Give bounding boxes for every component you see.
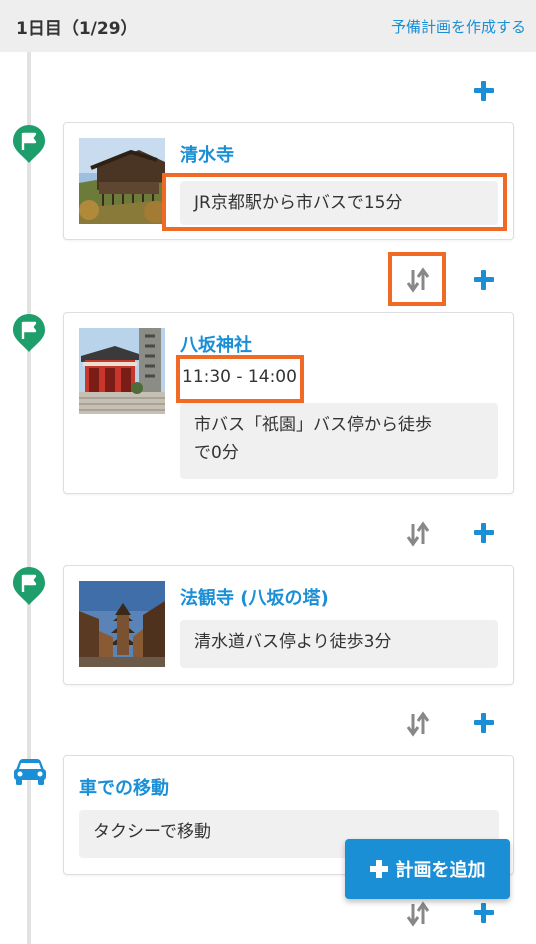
spot-note-line: 市バス「祇園」バス停から徒歩 bbox=[194, 415, 432, 435]
add-spot-plus-icon[interactable] bbox=[473, 269, 495, 291]
timeline-line bbox=[27, 52, 31, 944]
yasaka-photo bbox=[79, 328, 165, 414]
spot-name[interactable]: 清水寺 bbox=[180, 141, 234, 167]
plus-icon bbox=[369, 860, 388, 878]
add-spot-plus-icon[interactable] bbox=[473, 522, 495, 544]
spot-name[interactable]: 法観寺 (八坂の塔) bbox=[180, 584, 329, 610]
add-spot-plus-icon[interactable] bbox=[473, 712, 495, 734]
highlight-box bbox=[176, 355, 304, 403]
flag-pin-icon bbox=[13, 567, 45, 605]
spot-card-hokanji[interactable]: 法観寺 (八坂の塔) 清水道バス停より徒歩3分 bbox=[63, 565, 514, 685]
create-backup-plan-link[interactable]: 予備計画を作成する bbox=[391, 16, 526, 37]
flag-pin-icon bbox=[13, 125, 45, 163]
add-plan-button[interactable]: 計画を追加 bbox=[345, 839, 510, 899]
swap-order-icon[interactable] bbox=[404, 900, 432, 928]
transport-title[interactable]: 車での移動 bbox=[79, 774, 169, 800]
swap-order-icon[interactable] bbox=[404, 710, 432, 738]
day-header: 1日目（1/29） 予備計画を作成する bbox=[0, 0, 536, 52]
spot-note: 清水道バス停より徒歩3分 bbox=[180, 620, 498, 668]
swap-order-icon[interactable] bbox=[404, 520, 432, 548]
hokanji-photo bbox=[79, 581, 165, 667]
highlight-box bbox=[162, 173, 507, 231]
spot-note-line: で0分 bbox=[194, 443, 239, 463]
add-spot-plus-icon[interactable] bbox=[473, 902, 495, 924]
day-title: 1日目（1/29） bbox=[16, 18, 138, 39]
spot-note: 市バス「祇園」バス停から徒歩 で0分 bbox=[180, 403, 498, 479]
spot-card-yasaka[interactable]: 八坂神社 11:30 - 14:00 市バス「祇園」バス停から徒歩 で0分 bbox=[63, 312, 514, 494]
spot-name[interactable]: 八坂神社 bbox=[180, 331, 252, 357]
kiyomizu-photo bbox=[79, 138, 165, 224]
add-plan-label: 計画を追加 bbox=[395, 860, 486, 881]
flag-pin-icon bbox=[13, 314, 45, 352]
spot-card-kiyomizu[interactable]: 清水寺 JR京都駅から市バスで15分 bbox=[63, 122, 514, 240]
car-icon bbox=[14, 759, 46, 785]
add-spot-plus-icon[interactable] bbox=[473, 80, 495, 102]
swap-order-icon[interactable] bbox=[404, 266, 432, 294]
